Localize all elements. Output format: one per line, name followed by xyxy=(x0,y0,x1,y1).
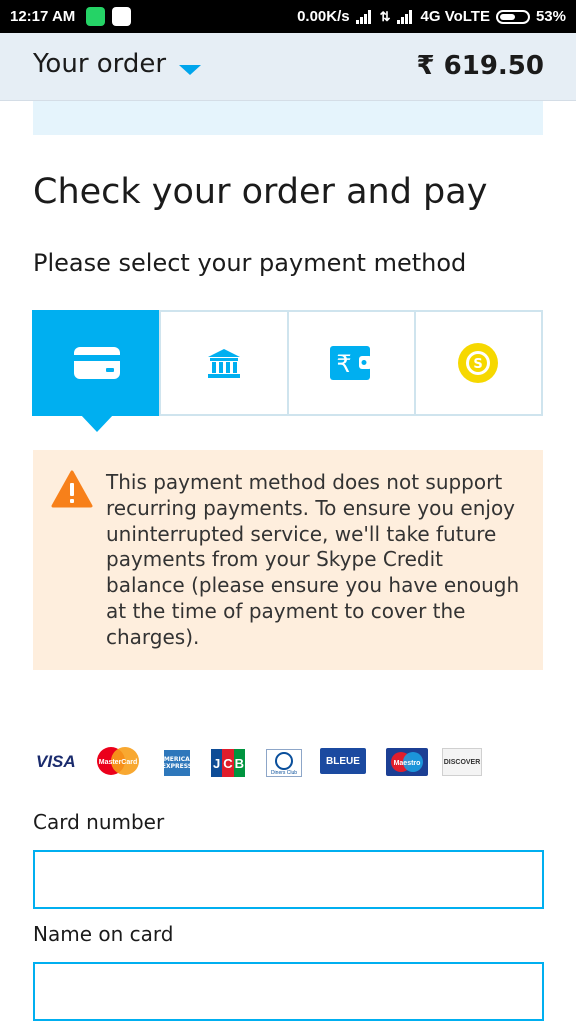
status-right: 0.00K/s ⇅ 4G VoLTE 53% xyxy=(297,8,566,25)
name-on-card-input[interactable] xyxy=(33,962,544,1021)
bank-icon xyxy=(207,349,240,378)
carte-bleue-logo: BLEUE xyxy=(320,748,366,774)
order-details-strip xyxy=(33,101,543,135)
signal-icon-2 xyxy=(396,9,415,24)
order-title: Your order xyxy=(33,49,167,79)
tab-wallet[interactable]: ₹ xyxy=(286,310,416,416)
warning-icon xyxy=(51,470,93,508)
amex-logo: AMERICAN EXPRESS xyxy=(159,750,195,776)
svg-text:₹: ₹ xyxy=(336,350,351,378)
data-arrows-icon: ⇅ xyxy=(379,8,391,24)
warning-message: This payment method does not support rec… xyxy=(106,470,520,649)
accepted-cards: VISA MasterCard AMERICAN EXPRESS JCB Din… xyxy=(36,746,516,780)
rupee-wallet-icon: ₹ xyxy=(330,346,373,380)
card-number-input[interactable] xyxy=(33,850,544,909)
svg-text:MasterCard: MasterCard xyxy=(99,759,138,766)
jcb-logo: JCB xyxy=(211,749,245,777)
battery-icon xyxy=(495,9,530,24)
svg-text:S: S xyxy=(474,357,483,372)
svg-text:Maestro: Maestro xyxy=(394,760,421,767)
payment-method-tabs: ₹ S xyxy=(32,310,543,416)
payment-method-prompt: Please select your payment method xyxy=(33,249,467,277)
order-total: ₹ 619.50 xyxy=(416,51,544,81)
maestro-logo: Maestro xyxy=(386,748,428,776)
tab-skype-credit[interactable]: S xyxy=(413,310,543,416)
status-bar: 12:17 AM 0.00K/s ⇅ 4G VoLTE 53% xyxy=(0,0,576,33)
amazon-notification-icon xyxy=(112,7,131,26)
battery-level: 53% xyxy=(535,8,566,25)
network-type: 4G VoLTE xyxy=(420,8,490,25)
discover-logo: DISCOVER xyxy=(442,748,482,776)
signal-icon xyxy=(355,9,374,24)
credit-card-icon xyxy=(73,347,120,379)
mastercard-logo: MasterCard xyxy=(97,747,139,775)
name-on-card-label: Name on card xyxy=(33,922,174,946)
svg-text:Diners Club: Diners Club xyxy=(271,770,297,776)
recurring-payment-warning: This payment method does not support rec… xyxy=(33,450,543,670)
network-speed: 0.00K/s xyxy=(297,8,350,25)
tab-bank[interactable] xyxy=(159,310,289,416)
caret-down-icon[interactable] xyxy=(179,65,201,75)
tab-card[interactable] xyxy=(32,310,162,416)
card-number-label: Card number xyxy=(33,810,165,834)
page-title: Check your order and pay xyxy=(33,172,488,212)
status-time: 12:17 AM xyxy=(10,8,76,25)
diners-club-logo: Diners Club xyxy=(266,749,302,777)
whatsapp-notification-icon xyxy=(86,7,105,26)
order-summary-header[interactable]: Your order ₹ 619.50 xyxy=(0,33,576,101)
skype-credit-coin-icon: S xyxy=(458,343,499,383)
visa-logo: VISA xyxy=(36,752,76,771)
